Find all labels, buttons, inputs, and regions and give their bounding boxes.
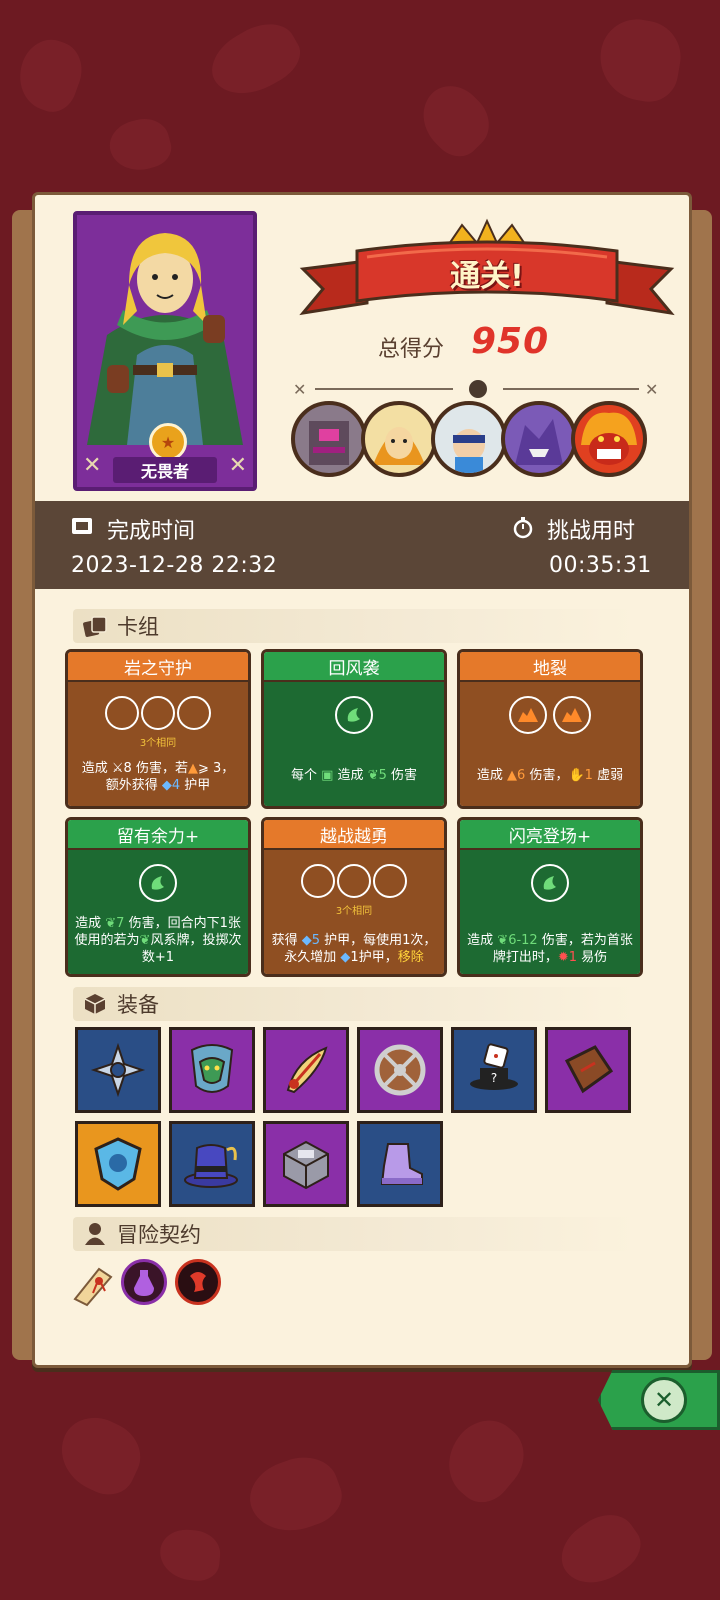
equipment-title: 装备	[117, 993, 159, 1017]
contracts-title: 冒险契约	[117, 1223, 201, 1247]
wooden-board-icon[interactable]	[545, 1027, 631, 1113]
same-dice-note: 3个相同	[139, 738, 177, 749]
card[interactable]: 岩之守护 3个相同 造成 ⚔8 伤害，若▲⩾ 3， 额外获得 ◆4 护甲	[65, 649, 251, 809]
bone-icon: ✕	[228, 453, 247, 478]
boss-portrait	[291, 401, 367, 477]
dice-slots	[68, 696, 248, 730]
boss-portrait	[431, 401, 507, 477]
same-dice-note: 3个相同	[335, 906, 373, 917]
shield-icon: ◆	[301, 933, 312, 948]
card-description: 获得 ◆5 护甲，每使用1次，永久增加 ◆1护甲，移除	[271, 933, 437, 965]
red-rune-token-icon[interactable]	[175, 1259, 221, 1305]
stopwatch-icon	[513, 517, 533, 539]
contracts-section-header: 冒险契约	[73, 1217, 637, 1251]
deck-section-header: 卡组	[73, 609, 637, 643]
svg-text:✕: ✕	[293, 380, 306, 399]
defeated-bosses	[291, 401, 671, 487]
earth-icon	[562, 708, 582, 722]
hero-card: ★ ✕ ✕ 无畏者	[73, 211, 257, 491]
metal-cube-icon[interactable]	[263, 1121, 349, 1207]
time-bar: 完成时间 挑战用时 2023-12-28 22:32 00:35:31	[35, 501, 689, 589]
card-description: 造成 ▲6 伤害，✋1 虚弱	[476, 768, 624, 783]
boss-portrait	[571, 401, 647, 477]
close-icon[interactable]: ✕	[641, 1377, 687, 1423]
sword-icon: ⚔	[111, 761, 124, 776]
card-description: 造成 ❦6-12 伤害，若为首张牌打出时，✹1 易伤	[467, 933, 633, 965]
shuriken-icon[interactable]	[75, 1027, 161, 1113]
wind-icon: ❦	[367, 768, 379, 783]
crystal-shield-icon[interactable]	[75, 1121, 161, 1207]
boss-divider: ✕ ✕	[293, 380, 658, 399]
card[interactable]: 留有余力+ 造成 ❦7 伤害，回合内下1张使用的若为❦风系牌，投掷次数+1	[65, 817, 251, 977]
wind-die-icon: ▣	[321, 768, 334, 783]
cards-icon	[81, 612, 109, 640]
box-icon	[81, 990, 109, 1018]
duration-label: 挑战用时	[547, 519, 636, 544]
magic-hat-dice-icon[interactable]: ?	[451, 1027, 537, 1113]
card-name: 岩之守护	[68, 652, 248, 682]
duration-value: 00:35:31	[549, 553, 652, 578]
dice-slots	[68, 864, 248, 902]
hero-name: 无畏者	[113, 457, 217, 483]
scroll-icon[interactable]	[69, 1259, 115, 1307]
dice-slots	[264, 864, 444, 898]
result-panel: ★ ✕ ✕ 无畏者 通关! 总得分 950 ✕ ✕ 完成时间 挑战用时 2023…	[32, 192, 692, 1368]
card-name: 地裂	[460, 652, 640, 682]
equipment-section-header: 装备	[73, 987, 637, 1021]
card-description: 造成 ⚔8 伤害，若▲⩾ 3， 额外获得 ◆4 护甲	[81, 761, 235, 793]
score-value: 950	[471, 321, 550, 362]
wind-icon: ❦	[497, 933, 509, 948]
svg-text:✕: ✕	[645, 380, 658, 399]
card[interactable]: 地裂 造成 ▲6 伤害，✋1 虚弱	[457, 649, 643, 809]
victory-text: 通关!	[450, 259, 524, 294]
shield-icon: ◆	[340, 950, 351, 965]
card-name: 越战越勇	[264, 820, 444, 850]
wind-icon: ❦	[139, 933, 151, 948]
vulnerable-icon: ✹	[557, 950, 569, 965]
card-description: 造成 ❦7 伤害，回合内下1张使用的若为❦风系牌，投掷次数+1	[74, 916, 242, 965]
earth-icon	[518, 708, 538, 722]
boss-portrait	[361, 401, 437, 477]
svg-text:?: ?	[491, 1071, 497, 1085]
earth-icon: ▲	[507, 768, 518, 783]
shield-icon: ◆	[161, 778, 172, 793]
purple-potion-token-icon[interactable]	[121, 1259, 167, 1305]
round-shield-icon[interactable]	[357, 1027, 443, 1113]
boss-portrait	[501, 401, 577, 477]
bone-icon: ✕	[83, 453, 102, 478]
finish-time-value: 2023-12-28 22:32	[71, 553, 278, 578]
hero-portrait	[87, 233, 243, 445]
dice-slots	[460, 864, 640, 902]
card-description: 每个 ▣ 造成 ❦5 伤害	[290, 768, 418, 783]
medal-icon: ★	[149, 423, 187, 461]
wind-icon	[347, 708, 360, 722]
top-hat-icon[interactable]	[169, 1121, 255, 1207]
wind-icon	[151, 876, 164, 890]
weak-icon: ✋	[568, 768, 585, 783]
card[interactable]: 闪亮登场+ 造成 ❦6-12 伤害，若为首张牌打出时，✹1 易伤	[457, 817, 643, 977]
card-name: 回风袭	[264, 652, 444, 682]
close-tab[interactable]: ✕	[598, 1370, 720, 1430]
dice-slots	[460, 696, 640, 734]
purple-boot-icon[interactable]	[357, 1121, 443, 1207]
finish-time-label: 完成时间	[107, 519, 196, 544]
dice-slots	[264, 696, 444, 734]
victory-banner: 通关!	[297, 217, 677, 327]
deck-title: 卡组	[117, 615, 159, 639]
card[interactable]: 越战越勇 3个相同 获得 ◆5 护甲，每使用1次，永久增加 ◆1护甲，移除	[261, 817, 447, 977]
card-name: 留有余力+	[68, 820, 248, 850]
feather-scroll-icon[interactable]	[263, 1027, 349, 1113]
person-icon	[81, 1220, 109, 1248]
score-label: 总得分	[378, 337, 445, 362]
earth-icon: ▲	[187, 761, 198, 776]
wind-icon: ❦	[105, 916, 117, 931]
film-icon	[72, 518, 92, 534]
card[interactable]: 回风袭 每个 ▣ 造成 ❦5 伤害	[261, 649, 447, 809]
wind-icon	[543, 876, 556, 890]
card-name: 闪亮登场+	[460, 820, 640, 850]
demon-mask-icon[interactable]	[169, 1027, 255, 1113]
